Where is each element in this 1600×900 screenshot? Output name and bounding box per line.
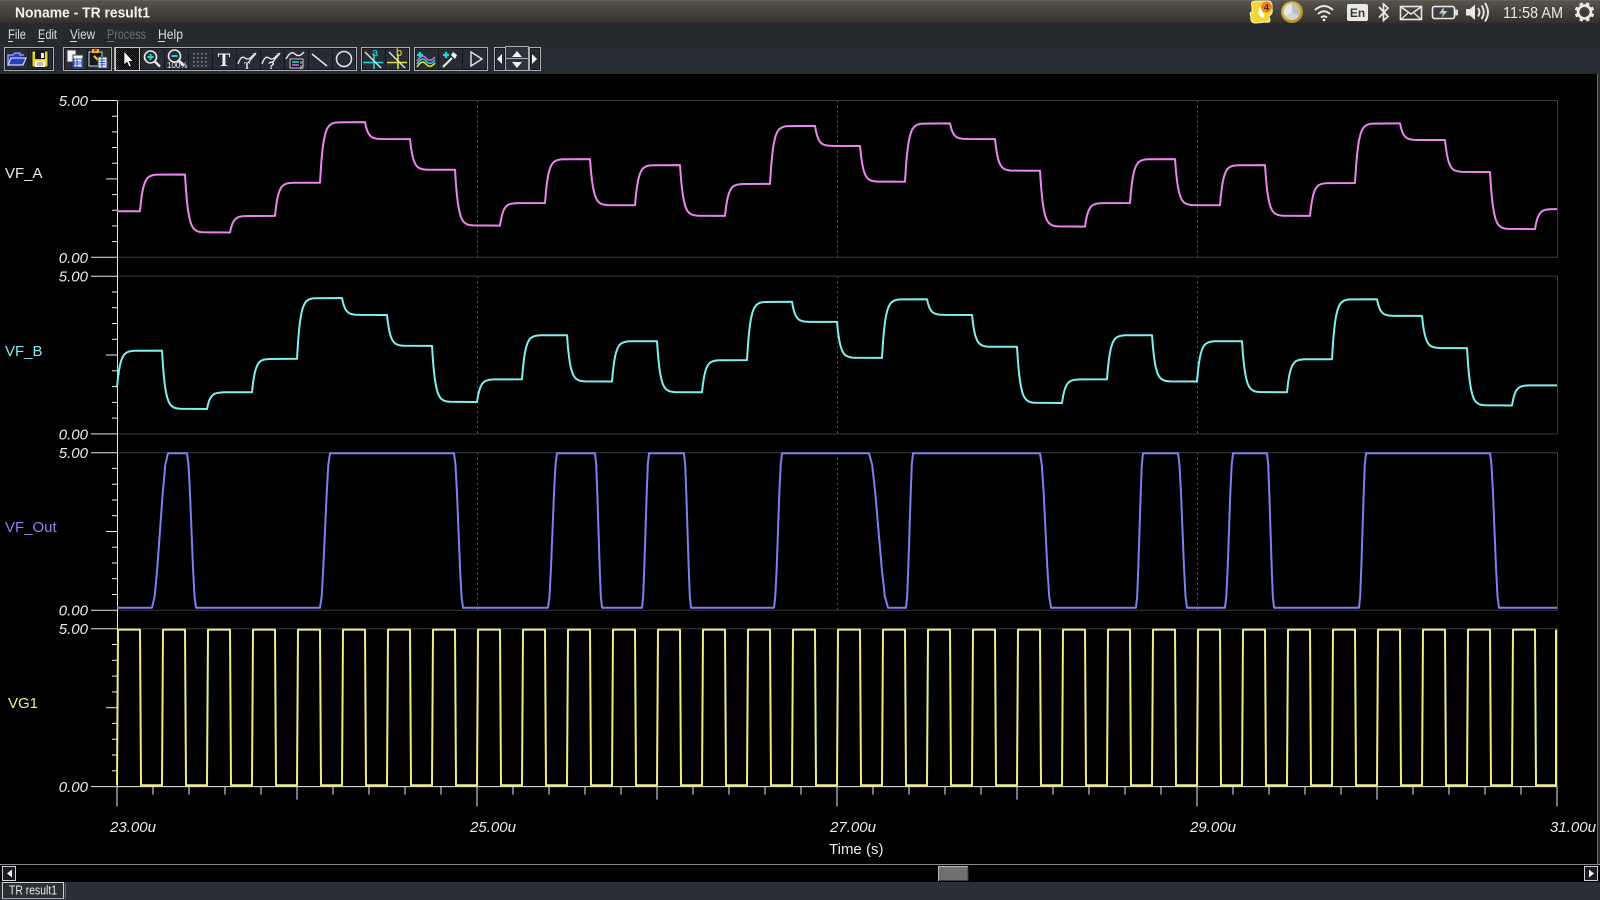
svg-text:0.00: 0.00 [59,250,89,267]
svg-text:T: T [244,61,250,71]
svg-text:Help: Help [158,27,183,42]
svg-text:?: ? [268,60,275,72]
svg-text:31.00u: 31.00u [1550,819,1597,836]
svg-text:Edit: Edit [38,27,57,42]
svg-text:27.00u: 27.00u [829,819,877,836]
svg-text:a: a [372,47,379,59]
svg-text:5.00: 5.00 [59,93,89,110]
svg-text:5.00: 5.00 [59,445,89,462]
svg-text:0.00: 0.00 [59,779,89,796]
svg-text:View: View [70,27,95,42]
svg-text:4: 4 [1264,3,1269,13]
svg-text:25.00u: 25.00u [469,819,517,836]
svg-text:29.00u: 29.00u [1189,819,1237,836]
svg-text:VF_Out: VF_Out [5,519,58,536]
svg-text:100%: 100% [167,61,187,70]
svg-text:TR result1: TR result1 [9,883,57,898]
svg-text:Process: Process [107,27,146,42]
svg-text:0.00: 0.00 [59,426,89,443]
svg-text:Time (s): Time (s) [829,841,883,858]
svg-text:En: En [1350,6,1365,20]
svg-text:23.00u: 23.00u [109,819,157,836]
svg-text:T: T [218,50,231,71]
svg-text:File: File [8,27,26,42]
svg-text:0.00: 0.00 [59,603,89,620]
svg-text:VF_B: VF_B [5,343,43,360]
svg-text:VG1: VG1 [8,695,38,712]
svg-text:5.00: 5.00 [59,269,89,286]
svg-text:5.00: 5.00 [59,621,89,638]
svg-text:b: b [396,47,402,59]
svg-text:VF_A: VF_A [5,165,43,182]
svg-text:11:58 AM: 11:58 AM [1503,5,1563,22]
svg-text:Noname - TR result1: Noname - TR result1 [15,5,150,22]
